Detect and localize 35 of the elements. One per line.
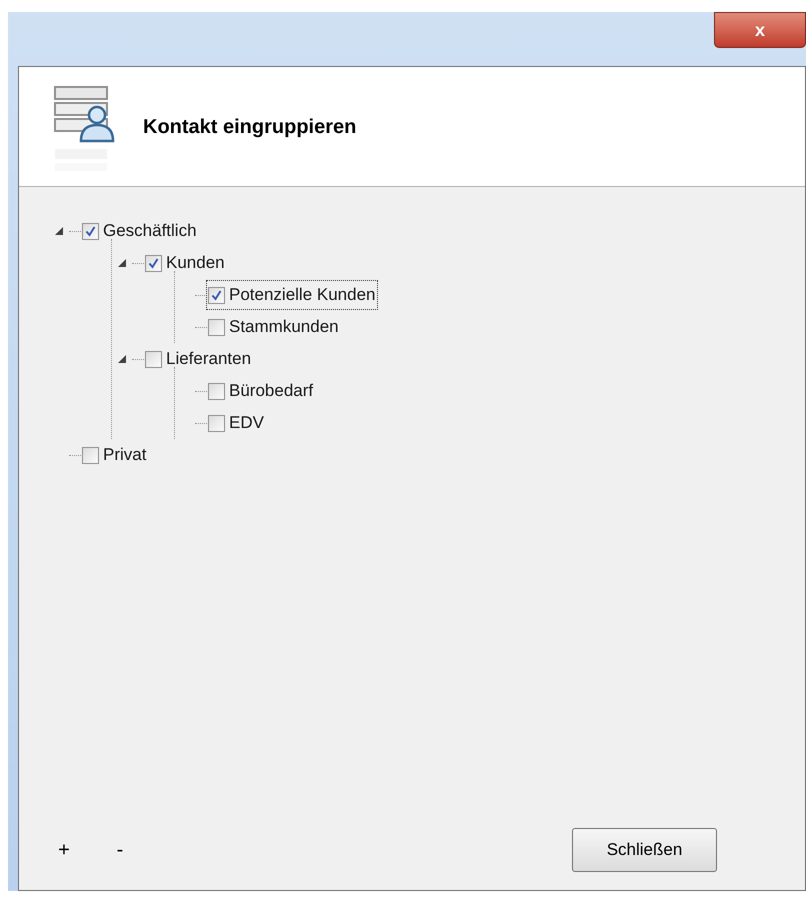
checkmark-icon: [85, 226, 96, 236]
expanded-arrow-icon[interactable]: [118, 355, 126, 363]
checkbox[interactable]: [208, 286, 225, 304]
tree-item-label: Bürobedarf: [229, 380, 314, 402]
expanded-arrow-icon[interactable]: [118, 259, 126, 267]
tree-item[interactable]: Kunden: [144, 249, 226, 277]
tree-item[interactable]: Geschäftlich: [81, 217, 198, 245]
close-dialog-button[interactable]: Schließen: [572, 828, 717, 872]
tree-item[interactable]: Stammkunden: [207, 313, 340, 341]
close-button[interactable]: x: [714, 12, 806, 48]
checkbox[interactable]: [82, 222, 99, 240]
checkbox[interactable]: [82, 446, 99, 464]
tree-item-label: Geschäftlich: [103, 220, 197, 242]
add-button[interactable]: +: [53, 835, 75, 865]
tree-item-label: Privat: [103, 444, 146, 466]
checkbox[interactable]: [208, 414, 225, 432]
checkbox[interactable]: [208, 318, 225, 336]
tree-item-label: Lieferanten: [166, 348, 252, 370]
tree-item[interactable]: Lieferanten: [144, 345, 252, 373]
remove-button[interactable]: -: [109, 835, 131, 865]
expanded-arrow-icon[interactable]: [55, 227, 63, 235]
checkbox[interactable]: [208, 382, 225, 400]
tree-item[interactable]: Potenzielle Kunden: [207, 281, 377, 309]
checkbox[interactable]: [145, 350, 162, 368]
tree-item-label: EDV: [229, 412, 264, 434]
checkbox[interactable]: [145, 254, 162, 272]
tree-item[interactable]: Privat: [81, 441, 148, 469]
dialog-title: Kontakt eingruppieren: [143, 114, 356, 140]
tree-item-label: Stammkunden: [229, 316, 339, 338]
tree-item[interactable]: Bürobedarf: [207, 377, 314, 405]
tree-item-label: Potenzielle Kunden: [229, 284, 376, 306]
checkmark-icon: [211, 290, 222, 300]
tree-item-label: Kunden: [166, 252, 225, 274]
checkmark-icon: [148, 258, 159, 268]
tree-item[interactable]: EDV: [207, 409, 265, 437]
